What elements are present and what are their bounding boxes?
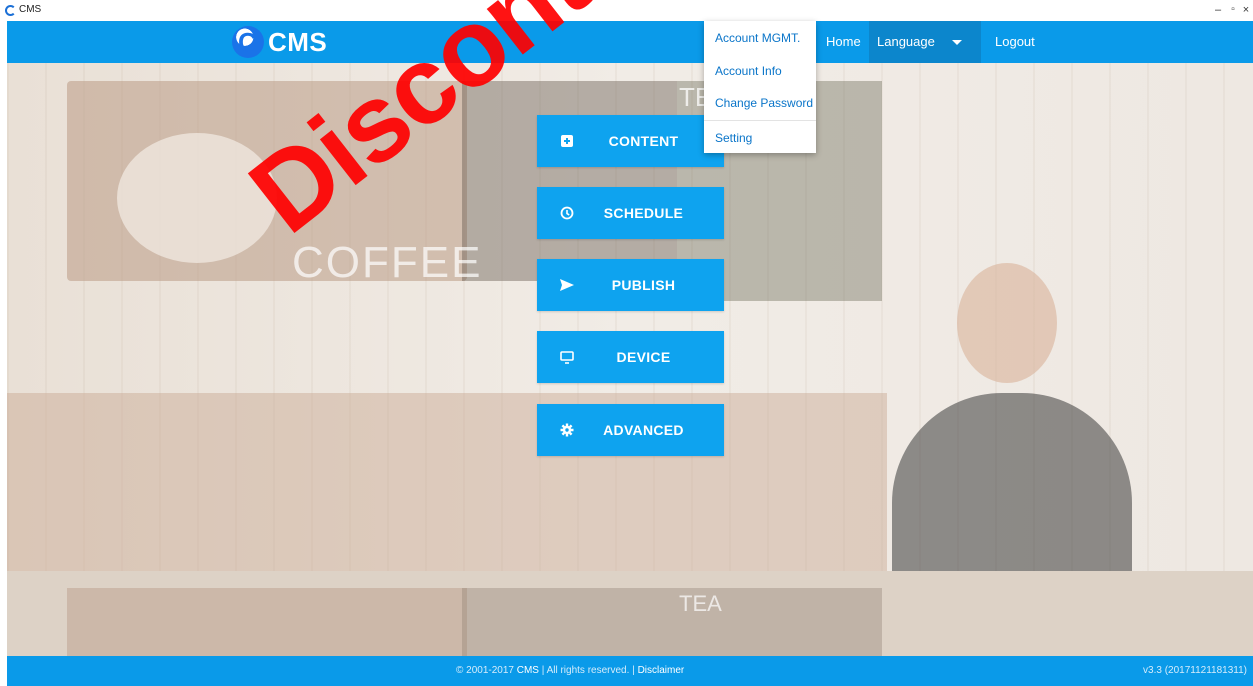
nav-language-dropdown[interactable]: Language	[869, 21, 981, 63]
gear-icon	[559, 422, 575, 438]
window-title: CMS	[19, 4, 42, 15]
app-icon	[5, 5, 16, 16]
tea-word-bottom: TEA	[679, 591, 722, 616]
nav-logout[interactable]: Logout	[995, 21, 1035, 63]
nav-home[interactable]: Home	[826, 21, 861, 63]
menu-board-middle	[462, 81, 677, 281]
add-box-icon	[559, 133, 575, 149]
version-label: v3.3 (20171121181311)	[1143, 665, 1247, 676]
footer-rights: | All rights reserved. |	[541, 665, 635, 676]
barista-head	[957, 263, 1057, 383]
publish-button[interactable]: PUBLISH	[537, 259, 724, 311]
footer-copyright: © 2001-2017 CMS | All rights reserved. |…	[456, 665, 684, 676]
advanced-button[interactable]: ADVANCED	[537, 404, 724, 456]
device-button[interactable]: DEVICE	[537, 331, 724, 383]
disclaimer-link[interactable]: Disclaimer	[638, 665, 685, 676]
logo-text: CMS	[268, 27, 328, 57]
coffee-word: COFFEE	[292, 238, 483, 287]
close-button[interactable]: ×	[1237, 2, 1253, 18]
top-navbar: CMS Home Language Logout	[7, 21, 1253, 63]
logo[interactable]: CMS	[232, 25, 327, 59]
menu-item-account-mgmt[interactable]: Account MGMT.	[715, 31, 800, 45]
content-button[interactable]: CONTENT	[537, 115, 724, 167]
menu-item-account-info[interactable]: Account Info	[715, 64, 782, 78]
menu-item-setting[interactable]: Setting	[715, 131, 752, 145]
copyright-prefix: © 2001-2017	[456, 665, 514, 676]
menu-item-change-password[interactable]: Change Password	[715, 96, 813, 110]
counter-image	[7, 393, 887, 573]
menu-divider	[704, 120, 816, 121]
footer: © 2001-2017 CMS | All rights reserved. |…	[7, 656, 1253, 686]
monitor-icon	[559, 349, 575, 365]
account-dropdown-menu: Account MGMT. Account Info Change Passwo…	[704, 21, 816, 153]
logo-mark-icon	[232, 26, 264, 58]
chevron-down-icon[interactable]	[952, 40, 962, 45]
clock-icon	[559, 205, 575, 221]
strip-board-left	[67, 588, 467, 656]
send-icon	[559, 277, 575, 293]
footer-brand: CMS	[516, 665, 539, 676]
schedule-button[interactable]: SCHEDULE	[537, 187, 724, 239]
strip-board-right	[462, 588, 882, 656]
